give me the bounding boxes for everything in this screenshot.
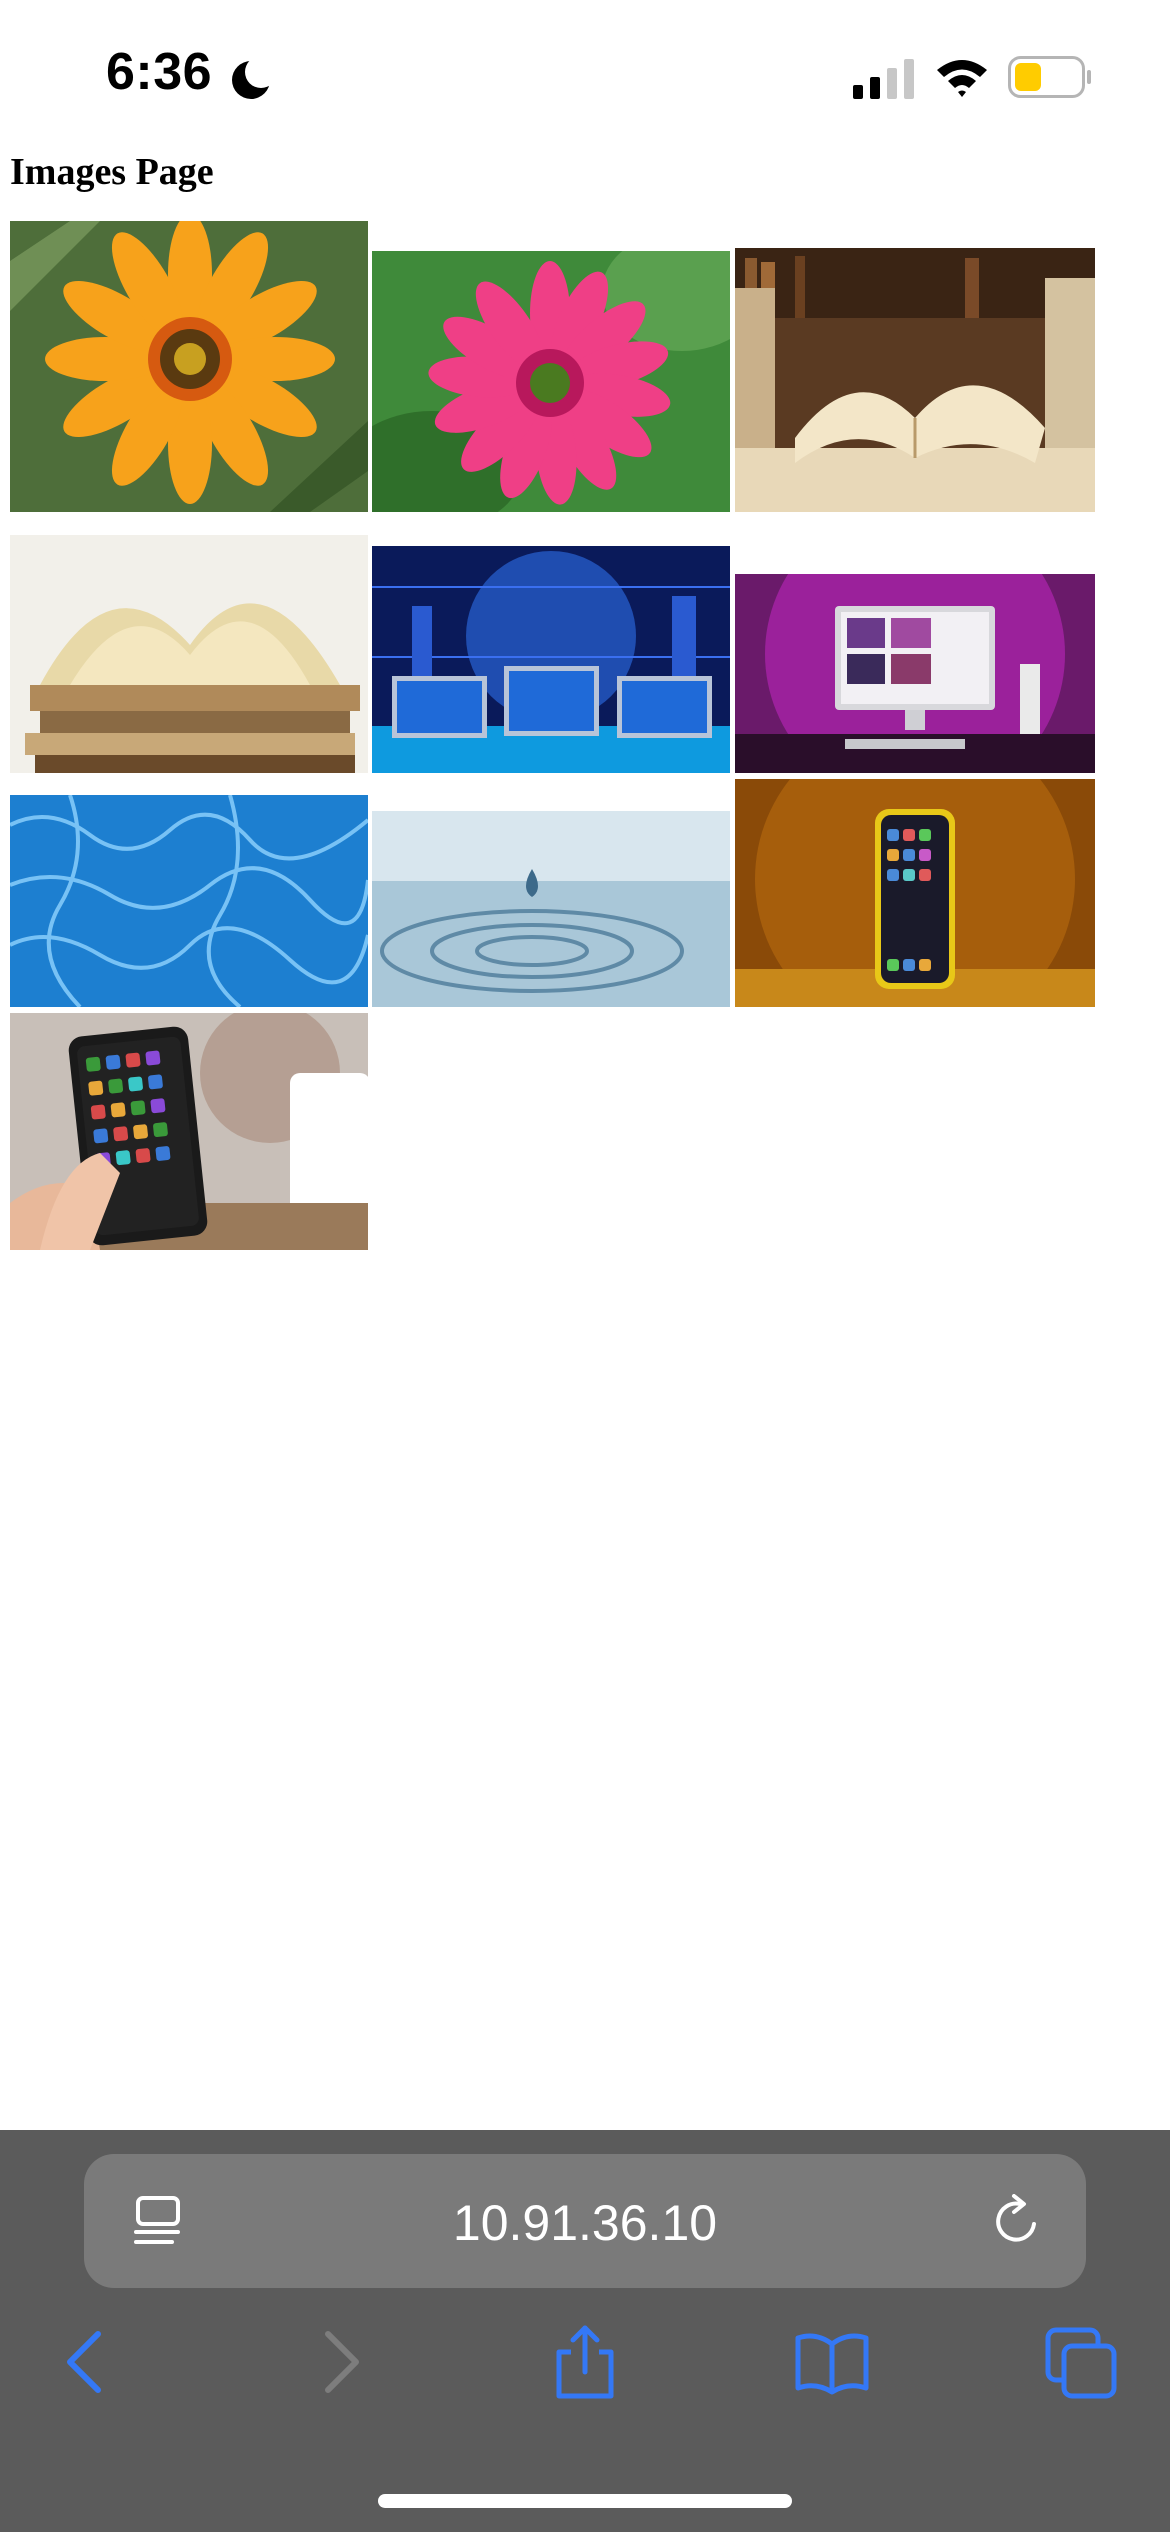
- address-bar[interactable]: 10.91.36.10: [84, 2154, 1086, 2288]
- reload-icon[interactable]: [990, 2194, 1044, 2248]
- status-time: 6:36: [106, 43, 213, 101]
- image-pink-flower: [372, 251, 730, 512]
- page-title: Images Page: [10, 151, 214, 193]
- share-icon[interactable]: [545, 2322, 625, 2402]
- image-water-surface: [10, 795, 368, 1007]
- image-computer-monitors: [372, 546, 730, 773]
- browser-toolbar: 10.91.36.10: [0, 2130, 1170, 2532]
- moon-icon: [232, 58, 273, 99]
- image-water-drop: [372, 811, 730, 1007]
- status-bar: 6:36: [0, 0, 1170, 150]
- address-text: 10.91.36.10: [452, 2195, 718, 2251]
- image-open-book-stack: [10, 535, 368, 773]
- image-orange-flower: [10, 221, 368, 512]
- back-icon[interactable]: [46, 2322, 126, 2402]
- battery-icon: [1008, 56, 1091, 98]
- forward-icon: [325, 2331, 359, 2393]
- image-desktop-pink: [735, 574, 1095, 773]
- tabs-icon[interactable]: [1042, 2322, 1122, 2402]
- wifi-icon: [937, 60, 987, 97]
- bookmarks-icon[interactable]: [792, 2322, 872, 2402]
- image-hand-smartphone: [10, 1013, 368, 1250]
- image-smartphone-orange: [735, 779, 1095, 1007]
- image-open-book-shelves: [735, 248, 1095, 512]
- home-indicator: [378, 2494, 792, 2508]
- cellular-signal-icon: [853, 59, 914, 99]
